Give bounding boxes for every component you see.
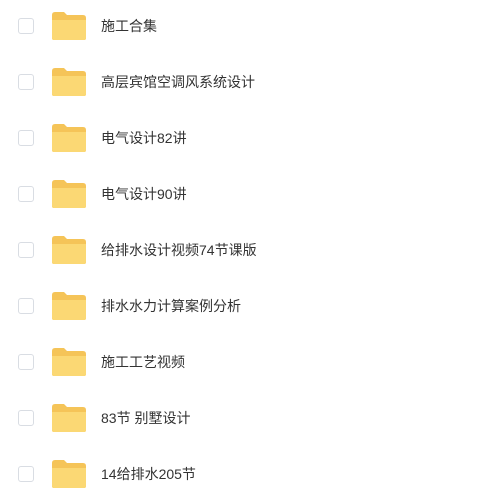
folder-list: 施工合集 高层宾馆空调风系统设计 电气设计82讲 电气设计90讲 给排水设计视频… [0, 0, 495, 490]
checkbox-icon[interactable] [18, 18, 34, 34]
folder-name[interactable]: 电气设计82讲 [101, 128, 187, 148]
folder-name[interactable]: 施工工艺视频 [101, 352, 185, 372]
checkbox-icon[interactable] [18, 130, 34, 146]
folder-row[interactable]: 14给排水205节 [0, 446, 495, 502]
folder-row[interactable]: 排水水力计算案例分析 [0, 278, 495, 334]
folder-name[interactable]: 高层宾馆空调风系统设计 [101, 72, 255, 92]
folder-row[interactable]: 施工合集 [0, 0, 495, 54]
folder-row[interactable]: 电气设计82讲 [0, 110, 495, 166]
folder-row[interactable]: 施工工艺视频 [0, 334, 495, 390]
folder-name[interactable]: 电气设计90讲 [101, 184, 187, 204]
folder-icon [51, 291, 87, 321]
checkbox-icon[interactable] [18, 74, 34, 90]
checkbox-icon[interactable] [18, 466, 34, 482]
folder-name[interactable]: 施工合集 [101, 16, 157, 36]
folder-icon [51, 235, 87, 265]
folder-row[interactable]: 高层宾馆空调风系统设计 [0, 54, 495, 110]
checkbox-icon[interactable] [18, 186, 34, 202]
folder-icon [51, 459, 87, 489]
folder-name[interactable]: 83节 别墅设计 [101, 408, 190, 428]
folder-name[interactable]: 给排水设计视频74节课版 [101, 240, 257, 260]
checkbox-icon[interactable] [18, 298, 34, 314]
folder-row[interactable]: 给排水设计视频74节课版 [0, 222, 495, 278]
checkbox-icon[interactable] [18, 242, 34, 258]
checkbox-icon[interactable] [18, 410, 34, 426]
folder-icon [51, 403, 87, 433]
checkbox-icon[interactable] [18, 354, 34, 370]
folder-icon [51, 67, 87, 97]
folder-name[interactable]: 14给排水205节 [101, 464, 196, 484]
folder-row[interactable]: 83节 别墅设计 [0, 390, 495, 446]
folder-icon [51, 347, 87, 377]
folder-icon [51, 123, 87, 153]
folder-icon [51, 11, 87, 41]
folder-icon [51, 179, 87, 209]
folder-name[interactable]: 排水水力计算案例分析 [101, 296, 241, 316]
folder-row[interactable]: 电气设计90讲 [0, 166, 495, 222]
